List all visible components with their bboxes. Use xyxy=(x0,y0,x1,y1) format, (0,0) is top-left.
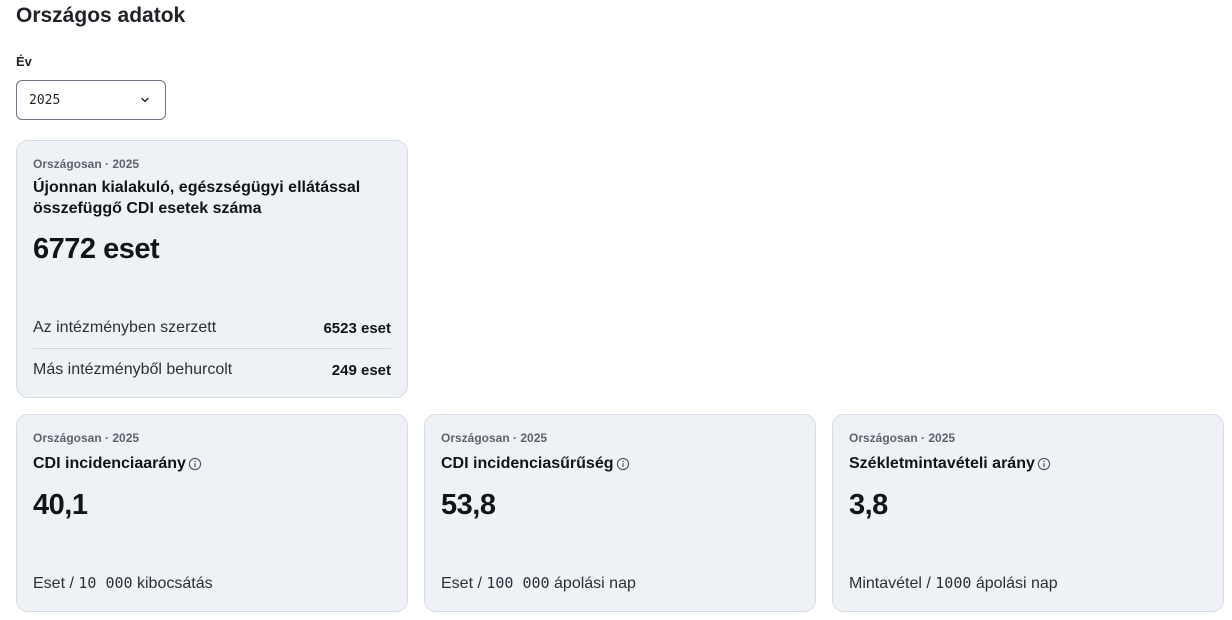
card-eyebrow: Országosan · 2025 xyxy=(33,431,140,445)
page: Országos adatok Év 2025 Országosan · 202… xyxy=(0,0,1232,620)
card-title-wrap: CDI incidenciasűrűség xyxy=(441,453,630,474)
breakdown-row-acquired: Az intézményben szerzett 6523 eset xyxy=(33,319,391,337)
card-eyebrow: Országosan · 2025 xyxy=(441,431,548,445)
metric-value: 40,1 xyxy=(33,489,88,521)
chevron-down-icon xyxy=(141,97,149,103)
card-eyebrow: Országosan · 2025 xyxy=(849,431,956,445)
breakdown-label: Az intézményben szerzett xyxy=(33,319,217,336)
unit-number: 10 000 xyxy=(78,574,133,592)
stool-sampling-rate-card: Országosan · 2025 Székletmintavételi ará… xyxy=(832,414,1224,612)
unit-prefix: Eset / xyxy=(33,575,79,592)
year-select-value: 2025 xyxy=(29,92,61,108)
metric-unit: Mintavétel / 1000 ápolási nap xyxy=(849,574,1058,593)
card-title: Újonnan kialakuló, egészségügyi ellátáss… xyxy=(33,179,361,217)
unit-prefix: Eset / xyxy=(441,575,487,592)
year-select[interactable]: 2025 xyxy=(16,80,166,120)
card-eyebrow: Országosan · 2025 xyxy=(33,157,140,171)
unit-number: 100 000 xyxy=(486,574,550,592)
incidence-density-card: Országosan · 2025 CDI incidenciasűrűség … xyxy=(424,414,816,612)
incidence-rate-card: Országosan · 2025 CDI incidenciaarány 40… xyxy=(16,414,408,612)
total-cases-value: 6772 eset xyxy=(33,233,160,265)
unit-number: 1000 xyxy=(935,574,972,592)
unit-prefix: Mintavétel / xyxy=(849,575,936,592)
card-title-wrap: Székletmintavételi arány xyxy=(849,453,1051,474)
breakdown-value: 6523 eset xyxy=(323,319,391,337)
card-title-wrap: CDI incidenciaarány xyxy=(33,453,202,474)
card-title: CDI incidenciasűrűség xyxy=(441,455,614,472)
unit-suffix: ápolási nap xyxy=(549,575,636,592)
info-icon[interactable] xyxy=(1037,457,1051,471)
metric-value: 3,8 xyxy=(849,489,888,521)
unit-suffix: kibocsátás xyxy=(132,575,213,592)
unit-suffix: ápolási nap xyxy=(971,575,1058,592)
breakdown-label: Más intézményből behurcolt xyxy=(33,361,233,378)
cdi-cases-card: Országosan · 2025 Újonnan kialakuló, egé… xyxy=(16,140,408,398)
info-icon[interactable] xyxy=(616,457,630,471)
breakdown-row-imported: Más intézményből behurcolt 249 eset xyxy=(33,361,391,379)
page-title: Országos adatok xyxy=(16,4,186,27)
metric-value: 53,8 xyxy=(441,489,496,521)
metric-unit: Eset / 10 000 kibocsátás xyxy=(33,574,213,593)
card-title: CDI incidenciaarány xyxy=(33,455,186,472)
metric-unit: Eset / 100 000 ápolási nap xyxy=(441,574,636,593)
divider xyxy=(33,348,391,349)
card-title: Székletmintavételi arány xyxy=(849,455,1035,472)
year-filter-label: Év xyxy=(16,54,32,69)
info-icon[interactable] xyxy=(188,457,202,471)
breakdown-value: 249 eset xyxy=(331,361,391,379)
